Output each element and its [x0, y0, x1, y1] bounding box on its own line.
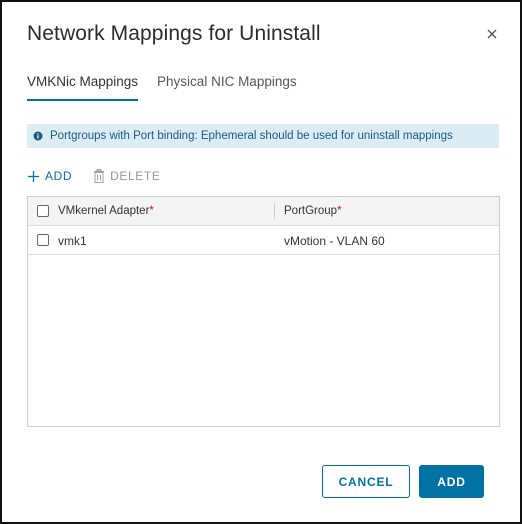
close-icon	[487, 29, 497, 39]
close-button[interactable]	[484, 26, 500, 42]
cancel-button[interactable]: CANCEL	[322, 465, 410, 498]
column-header-portgroup[interactable]: PortGroup*	[284, 205, 342, 217]
add-row-label: ADD	[45, 169, 73, 183]
required-marker: *	[337, 205, 342, 217]
dialog-title: Network Mappings for Uninstall	[27, 22, 321, 45]
column-separator[interactable]	[274, 203, 275, 219]
grid-header: VMkernel Adapter* PortGroup*	[28, 197, 499, 226]
table-row[interactable]: vmk1 vMotion - VLAN 60	[28, 226, 499, 255]
required-marker: *	[149, 205, 154, 217]
grid-toolbar: ADD DELETE	[27, 168, 181, 184]
plus-icon	[28, 170, 39, 182]
mappings-grid: VMkernel Adapter* PortGroup* vmk1 vMotio…	[27, 196, 500, 427]
delete-row-button[interactable]: DELETE	[93, 168, 160, 184]
info-icon	[33, 131, 43, 141]
row-select-checkbox[interactable]	[37, 234, 49, 246]
tab-physical-nic-mappings[interactable]: Physical NIC Mappings	[157, 70, 297, 101]
alert-text: Portgroups with Port binding: Ephemeral …	[50, 130, 453, 142]
add-button[interactable]: ADD	[419, 465, 484, 498]
select-all-checkbox[interactable]	[37, 205, 49, 217]
vmkernel-adapter-cell: vmk1	[58, 234, 87, 248]
column-header-vmkernel-adapter[interactable]: VMkernel Adapter*	[58, 205, 154, 217]
trash-icon	[94, 169, 105, 183]
info-alert: Portgroups with Port binding: Ephemeral …	[27, 124, 499, 148]
add-row-button[interactable]: ADD	[27, 168, 72, 184]
portgroup-cell[interactable]: vMotion - VLAN 60	[284, 234, 385, 248]
tab-bar: VMKNic Mappings Physical NIC Mappings	[27, 70, 316, 101]
network-mappings-dialog: Network Mappings for Uninstall VMKNic Ma…	[0, 0, 522, 524]
delete-row-label: DELETE	[110, 169, 161, 183]
tab-vmknic-mappings[interactable]: VMKNic Mappings	[27, 70, 139, 101]
